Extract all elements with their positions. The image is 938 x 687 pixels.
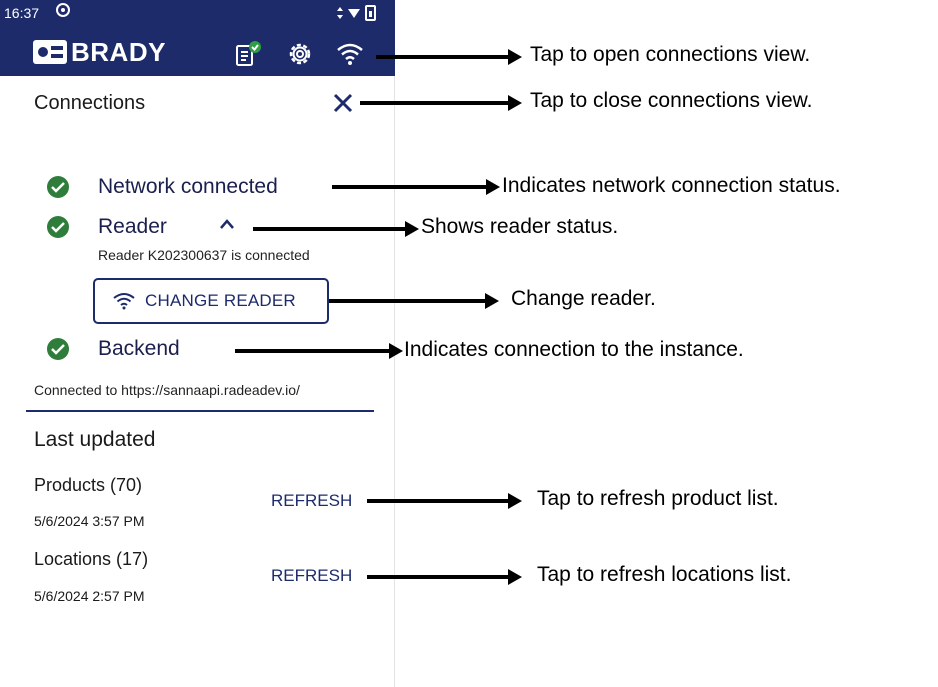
reader-check-icon — [47, 216, 69, 238]
annotation-refresh-locations: Tap to refresh locations list. — [537, 563, 792, 586]
annotation-arrow-head — [486, 179, 500, 195]
annotation-open-connections: Tap to open connections view. — [530, 43, 811, 66]
annotation-arrow-line — [367, 575, 512, 579]
locations-label: Locations (17) — [34, 549, 149, 569]
annotation-arrow-line — [360, 101, 512, 105]
brady-logo-icon — [33, 40, 67, 64]
document-check-icon[interactable] — [234, 40, 262, 68]
connections-title: Connections — [34, 92, 146, 114]
change-reader-label: CHANGE READER — [145, 291, 296, 310]
status-time: 16:37 — [4, 5, 40, 21]
annotation-arrow-line — [376, 55, 512, 59]
chevron-up-icon[interactable] — [219, 218, 235, 230]
annotation-arrow-line — [332, 185, 490, 189]
annotation-arrow-head — [389, 343, 403, 359]
backend-status-text: Connected to https://sannaapi.radeadev.i… — [34, 382, 300, 398]
annotation-arrow-line — [235, 349, 393, 353]
annotation-arrow-head — [405, 221, 419, 237]
refresh-locations-button[interactable]: REFRESH — [271, 566, 352, 586]
last-updated-title: Last updated — [34, 428, 156, 451]
reader-status-label: Reader — [98, 215, 167, 238]
annotation-backend-connection: Indicates connection to the instance. — [404, 338, 744, 361]
annotation-reader-status: Shows reader status. — [421, 215, 619, 238]
products-label: Products (70) — [34, 475, 143, 495]
annotation-arrow-head — [508, 569, 522, 585]
annotation-arrow-head — [485, 293, 499, 309]
wifi-icon[interactable] — [336, 40, 364, 68]
products-date: 5/6/2024 3:57 PM — [34, 513, 145, 529]
divider — [26, 410, 374, 412]
annotation-arrow-head — [508, 49, 522, 65]
network-status-label: Network connected — [98, 175, 278, 198]
annotation-arrow-head — [508, 493, 522, 509]
app-screen: 16:37 BRADY Connections Network connecte… — [0, 0, 395, 687]
annotation-arrow-line — [367, 499, 512, 503]
network-check-icon — [47, 176, 69, 198]
status-bar: 16:37 — [0, 0, 395, 26]
gear-icon[interactable] — [286, 40, 314, 68]
backend-status-label: Backend — [98, 337, 180, 360]
annotation-change-reader: Change reader. — [511, 287, 656, 310]
change-reader-button[interactable]: CHANGE READER — [93, 278, 329, 324]
brand-name: BRADY — [71, 36, 166, 67]
annotation-arrow-line — [253, 227, 409, 231]
backend-check-icon — [47, 338, 69, 360]
refresh-products-button[interactable]: REFRESH — [271, 491, 352, 511]
close-icon[interactable] — [330, 90, 356, 116]
annotation-close-connections: Tap to close connections view. — [530, 89, 813, 112]
annotation-refresh-products: Tap to refresh product list. — [537, 487, 779, 510]
locations-date: 5/6/2024 2:57 PM — [34, 588, 145, 604]
app-bar: BRADY — [0, 26, 395, 76]
annotation-network-status: Indicates network connection status. — [502, 174, 841, 197]
wifi-icon — [113, 293, 135, 310]
annotation-arrow-line — [329, 299, 489, 303]
annotation-arrow-head — [508, 95, 522, 111]
sync-icon — [56, 3, 70, 17]
system-status-icons — [337, 5, 376, 21]
brand-logo: BRADY — [33, 36, 166, 67]
reader-status-text: Reader K202300637 is connected — [98, 247, 310, 263]
